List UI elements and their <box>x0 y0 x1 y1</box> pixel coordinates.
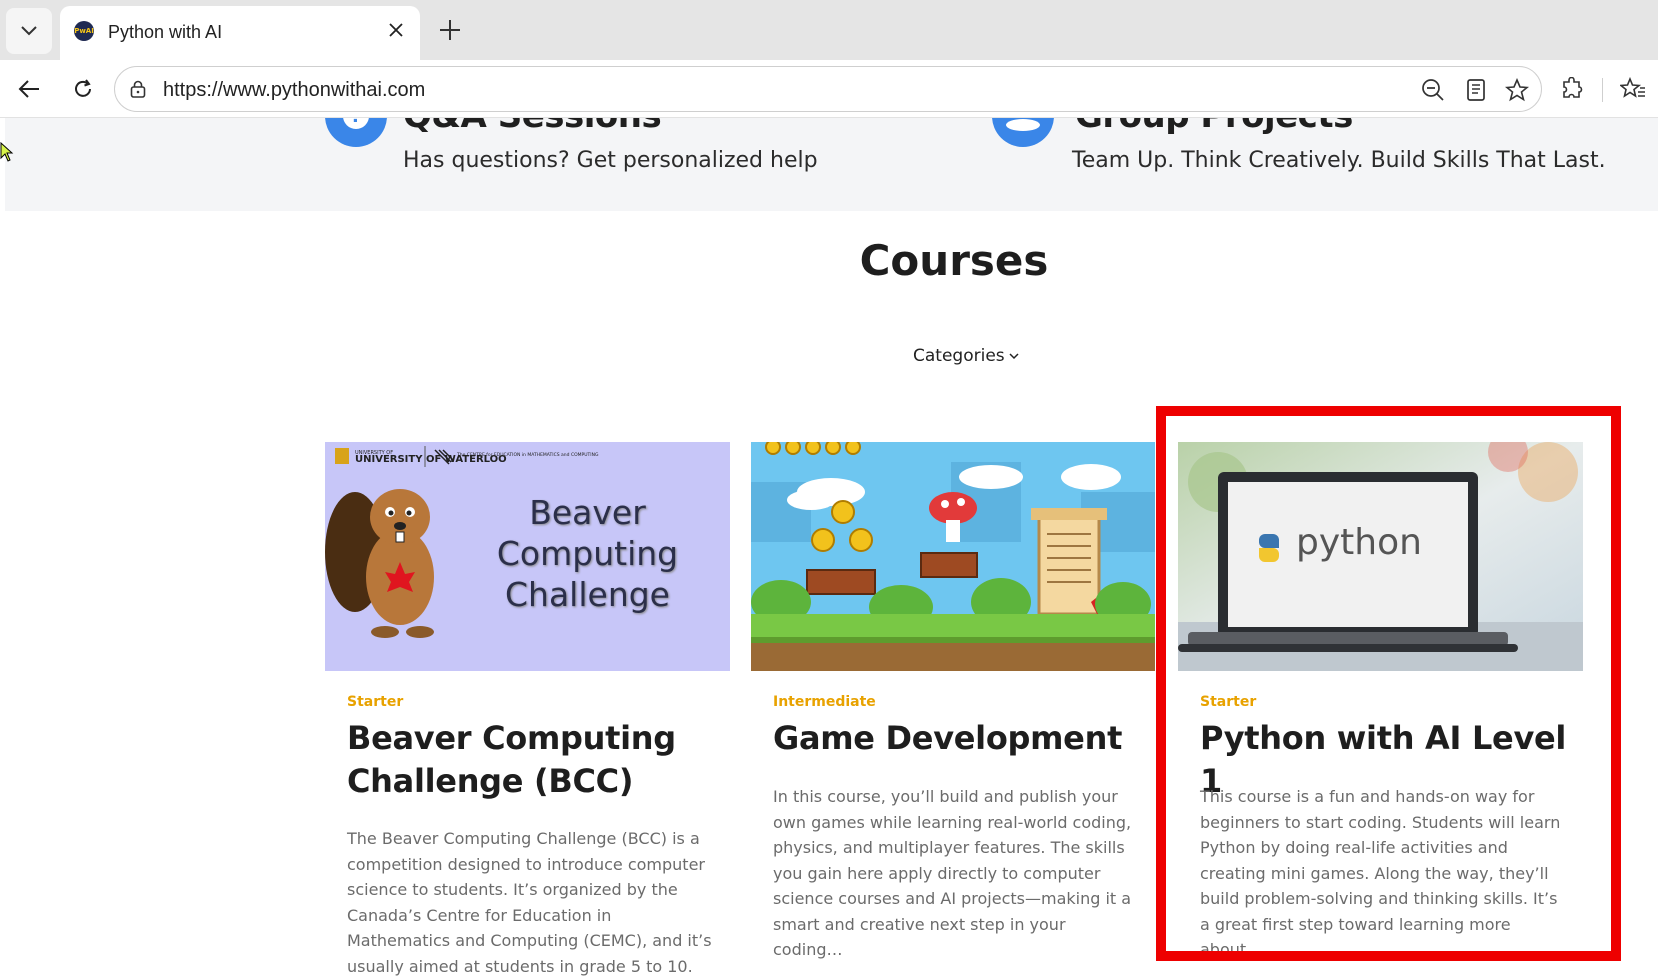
course-title[interactable]: Beaver Computing Challenge (BCC) <box>347 717 717 803</box>
reader-view-button[interactable] <box>1462 76 1490 104</box>
categories-dropdown[interactable]: Categories <box>913 346 1019 366</box>
reload-icon <box>75 79 91 97</box>
reader-icon <box>1467 79 1485 101</box>
course-image-game-dev[interactable] <box>751 442 1155 671</box>
browser-toolbar: https://www.pythonwithai.com <box>0 60 1658 118</box>
zoom-out-button[interactable] <box>1419 76 1447 104</box>
close-tab-button[interactable] <box>384 18 408 42</box>
course-level: Intermediate <box>773 694 876 710</box>
features-strip: ? Q&A Sessions Has questions? Get person… <box>5 118 1658 211</box>
favorite-button[interactable] <box>1503 76 1531 104</box>
back-icon <box>18 80 39 98</box>
mouse-cursor-icon <box>0 142 14 162</box>
extensions-icon <box>1563 77 1583 98</box>
feature-title-qa: Q&A Sessions <box>403 118 662 136</box>
close-icon <box>389 23 403 37</box>
favorites-icon <box>1620 77 1645 98</box>
feature-title-group: Group Projects <box>1075 118 1353 136</box>
highlight-box <box>1156 406 1621 961</box>
chevron-down-icon <box>1009 353 1019 360</box>
course-card-game-dev[interactable]: Intermediate Game Development In this co… <box>751 442 1155 959</box>
tab-bar: PwAI Python with AI <box>0 0 1658 62</box>
star-icon <box>1505 78 1529 102</box>
tab-list-button[interactable] <box>6 8 52 54</box>
course-title[interactable]: Game Development <box>773 717 1143 760</box>
favorites-button[interactable] <box>1614 70 1652 108</box>
svg-text:?: ? <box>351 118 361 127</box>
active-tab[interactable]: PwAI Python with AI <box>60 6 420 62</box>
feature-desc-qa: Has questions? Get personalized help <box>403 148 818 173</box>
course-description: The Beaver Computing Challenge (BCC) is … <box>347 829 712 976</box>
toolbar-divider <box>1602 78 1603 102</box>
courses-heading: Courses <box>859 236 1049 285</box>
tab-list-icon <box>21 26 37 36</box>
question-icon: ? <box>325 118 387 147</box>
course-description: In this course, you’ll build and publish… <box>773 787 1132 959</box>
new-tab-button[interactable] <box>432 12 468 48</box>
group-icon <box>992 118 1054 147</box>
plus-icon <box>440 20 460 40</box>
address-bar[interactable]: https://www.pythonwithai.com <box>114 66 1542 112</box>
course-image-bcc[interactable]: UNIVERSITY OF UNIVERSITY OF WATERLOO The… <box>325 442 730 671</box>
back-button[interactable] <box>10 70 48 108</box>
categories-label: Categories <box>913 346 1005 366</box>
reload-button[interactable] <box>64 70 102 108</box>
course-card-bcc[interactable]: UNIVERSITY OF UNIVERSITY OF WATERLOO The… <box>325 442 730 976</box>
zoom-out-icon <box>1422 79 1444 101</box>
bcc-banner-text: Beaver Computing Challenge <box>496 493 679 614</box>
cemc-logo-text: The CENTRE for EDUCATION in MATHEMATICS … <box>456 452 599 458</box>
tab-title: Python with AI <box>108 22 223 42</box>
favicon-icon: PwAI <box>74 21 94 41</box>
lock-icon[interactable] <box>127 78 149 100</box>
course-level: Starter <box>347 694 404 710</box>
url-text[interactable]: https://www.pythonwithai.com <box>163 79 425 102</box>
feature-desc-group: Team Up. Think Creatively. Build Skills … <box>1072 148 1606 173</box>
extensions-button[interactable] <box>1553 70 1591 108</box>
